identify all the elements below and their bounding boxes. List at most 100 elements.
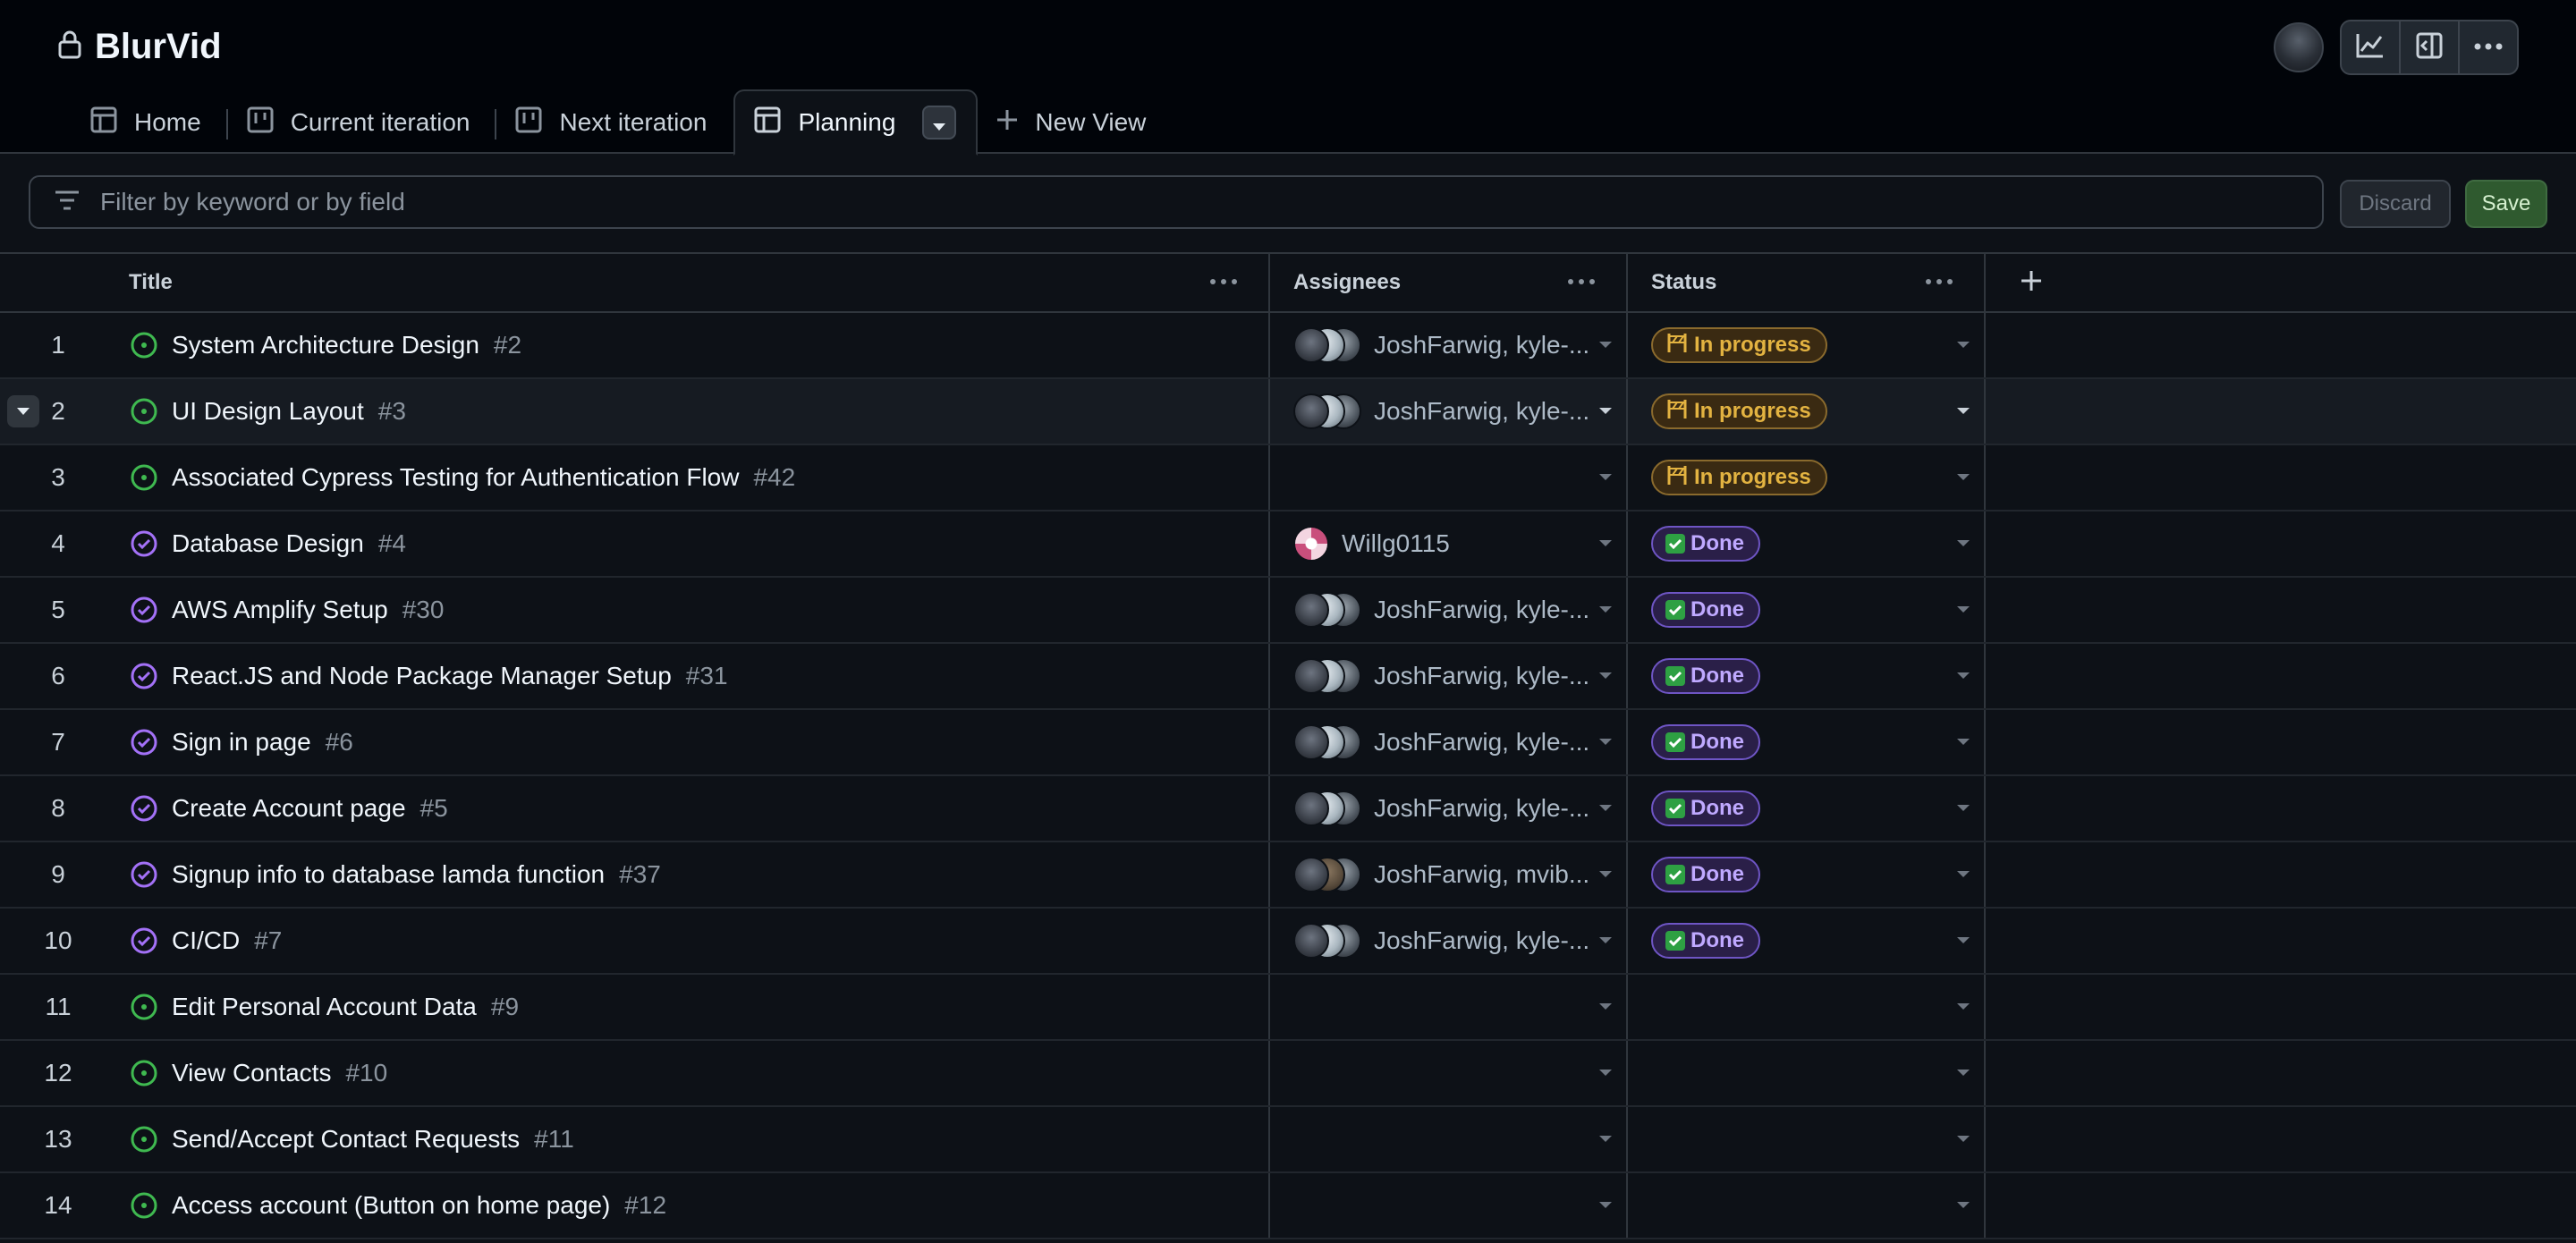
issue-title-link[interactable]: Access account (Button on home page) — [172, 1191, 610, 1220]
discard-button[interactable]: Discard — [2340, 180, 2451, 228]
tab-home[interactable]: Home — [72, 91, 228, 154]
issue-title-link[interactable]: System Architecture Design — [172, 331, 479, 359]
chevron-down-icon[interactable] — [1599, 805, 1612, 811]
issue-title-link[interactable]: AWS Amplify Setup — [172, 596, 388, 624]
status-cell[interactable]: Done — [1628, 776, 1986, 841]
issue-title-link[interactable]: Edit Personal Account Data — [172, 993, 477, 1021]
title-cell[interactable]: React.JS and Node Package Manager Setup #… — [116, 644, 1270, 708]
status-cell[interactable]: In progress — [1628, 379, 1986, 444]
title-cell[interactable]: Edit Personal Account Data #9 — [116, 975, 1270, 1039]
chevron-down-icon[interactable] — [1599, 1003, 1612, 1010]
chevron-down-icon[interactable] — [1599, 871, 1612, 877]
title-cell[interactable]: Access account (Button on home page) #12 — [116, 1173, 1270, 1238]
tab-next-iteration[interactable]: Next iteration — [496, 91, 733, 154]
title-cell[interactable]: Signup info to database lamda function #3… — [116, 842, 1270, 907]
status-cell[interactable] — [1628, 1173, 1986, 1238]
column-menu-button[interactable] — [1563, 266, 1599, 297]
table-row[interactable]: 5 AWS Amplify Setup #30 JoshFarwig, kyle-..… — [0, 578, 2576, 644]
assignees-cell[interactable]: JoshFarwig, kyle-... — [1270, 379, 1628, 444]
more-options-button[interactable] — [2460, 21, 2517, 73]
assignees-cell[interactable]: JoshFarwig, kyle-... — [1270, 578, 1628, 642]
project-title[interactable]: BlurVid — [95, 27, 222, 67]
table-row[interactable]: 3 Associated Cypress Testing for Authenti… — [0, 445, 2576, 512]
chevron-down-icon[interactable] — [1599, 606, 1612, 613]
chevron-down-icon[interactable] — [1957, 805, 1970, 811]
issue-title-link[interactable]: View Contacts — [172, 1059, 331, 1087]
title-cell[interactable]: Sign in page #6 — [116, 710, 1270, 774]
issue-title-link[interactable]: Associated Cypress Testing for Authentic… — [172, 463, 739, 492]
chevron-down-icon[interactable] — [1599, 540, 1612, 546]
column-menu-button[interactable] — [1921, 266, 1957, 297]
status-cell[interactable]: Done — [1628, 578, 1986, 642]
row-menu-button[interactable] — [7, 395, 39, 427]
issue-title-link[interactable]: Sign in page — [172, 728, 311, 757]
tab-planning[interactable]: Planning — [733, 89, 979, 156]
table-row[interactable]: 1 System Architecture Design #2 JoshFarwig,… — [0, 313, 2576, 379]
assignees-cell[interactable]: Willg0115 — [1270, 512, 1628, 576]
chevron-down-icon[interactable] — [1957, 540, 1970, 546]
chevron-down-icon[interactable] — [1957, 871, 1970, 877]
status-cell[interactable] — [1628, 1041, 1986, 1105]
title-cell[interactable]: CI/CD #7 — [116, 909, 1270, 973]
table-row[interactable]: 12 View Contacts #10 — [0, 1041, 2576, 1107]
chevron-down-icon[interactable] — [1957, 1003, 1970, 1010]
chevron-down-icon[interactable] — [1599, 739, 1612, 745]
column-header-assignees[interactable]: Assignees — [1270, 254, 1628, 311]
add-field-button[interactable] — [2020, 269, 2043, 297]
chevron-down-icon[interactable] — [1957, 408, 1970, 414]
assignees-cell[interactable] — [1270, 445, 1628, 510]
user-avatar[interactable] — [2274, 22, 2324, 72]
assignees-cell[interactable] — [1270, 1041, 1628, 1105]
chevron-down-icon[interactable] — [1599, 408, 1612, 414]
issue-title-link[interactable]: React.JS and Node Package Manager Setup — [172, 662, 672, 690]
title-cell[interactable]: Associated Cypress Testing for Authentic… — [116, 445, 1270, 510]
issue-title-link[interactable]: CI/CD — [172, 926, 240, 955]
title-cell[interactable]: AWS Amplify Setup #30 — [116, 578, 1270, 642]
status-cell[interactable] — [1628, 1107, 1986, 1171]
chevron-down-icon[interactable] — [1599, 937, 1612, 943]
table-row[interactable]: 4 Database Design #4 Willg0115 Done — [0, 512, 2576, 578]
chevron-down-icon[interactable] — [1957, 937, 1970, 943]
chevron-down-icon[interactable] — [1599, 342, 1612, 348]
issue-title-link[interactable]: UI Design Layout — [172, 397, 364, 426]
table-row[interactable]: 10 CI/CD #7 JoshFarwig, kyle-... Done — [0, 909, 2576, 975]
assignees-cell[interactable] — [1270, 1173, 1628, 1238]
save-button[interactable]: Save — [2465, 180, 2547, 228]
assignees-cell[interactable]: JoshFarwig, kyle-... — [1270, 644, 1628, 708]
column-menu-button[interactable] — [1206, 266, 1241, 297]
table-row[interactable]: 9 Signup info to database lamda function #… — [0, 842, 2576, 909]
status-cell[interactable]: In progress — [1628, 313, 1986, 377]
title-cell[interactable]: System Architecture Design #2 — [116, 313, 1270, 377]
table-row[interactable]: 7 Sign in page #6 JoshFarwig, kyle-... Done — [0, 710, 2576, 776]
chevron-down-icon[interactable] — [1957, 672, 1970, 679]
chevron-down-icon[interactable] — [1599, 1202, 1612, 1208]
table-row[interactable]: 6 React.JS and Node Package Manager Setup… — [0, 644, 2576, 710]
issue-title-link[interactable]: Create Account page — [172, 794, 406, 823]
status-cell[interactable]: Done — [1628, 512, 1986, 576]
assignees-cell[interactable]: JoshFarwig, kyle-... — [1270, 776, 1628, 841]
chevron-down-icon[interactable] — [1599, 1136, 1612, 1142]
chevron-down-icon[interactable] — [1957, 739, 1970, 745]
chevron-down-icon[interactable] — [1957, 474, 1970, 480]
table-row[interactable]: 14 Access account (Button on home page) #1… — [0, 1173, 2576, 1239]
chevron-down-icon[interactable] — [1599, 1070, 1612, 1076]
status-cell[interactable]: Done — [1628, 842, 1986, 907]
table-row[interactable]: 13 Send/Accept Contact Requests #11 — [0, 1107, 2576, 1173]
status-cell[interactable]: Done — [1628, 644, 1986, 708]
assignees-cell[interactable]: JoshFarwig, kyle-... — [1270, 909, 1628, 973]
filter-field[interactable] — [29, 175, 2324, 229]
title-cell[interactable]: View Contacts #10 — [116, 1041, 1270, 1105]
issue-title-link[interactable]: Signup info to database lamda function — [172, 860, 605, 889]
filter-input[interactable] — [98, 187, 2322, 217]
table-row[interactable]: 2 UI Design Layout #3 JoshFarwig, kyle-... I… — [0, 379, 2576, 445]
chevron-down-icon[interactable] — [1957, 1136, 1970, 1142]
insights-button[interactable] — [2342, 21, 2401, 73]
status-cell[interactable]: Done — [1628, 710, 1986, 774]
assignees-cell[interactable]: JoshFarwig, kyle-... — [1270, 710, 1628, 774]
title-cell[interactable]: UI Design Layout #3 — [116, 379, 1270, 444]
title-cell[interactable]: Create Account page #5 — [116, 776, 1270, 841]
title-cell[interactable]: Send/Accept Contact Requests #11 — [116, 1107, 1270, 1171]
title-cell[interactable]: Database Design #4 — [116, 512, 1270, 576]
chevron-down-icon[interactable] — [1957, 1070, 1970, 1076]
issue-title-link[interactable]: Send/Accept Contact Requests — [172, 1125, 520, 1154]
